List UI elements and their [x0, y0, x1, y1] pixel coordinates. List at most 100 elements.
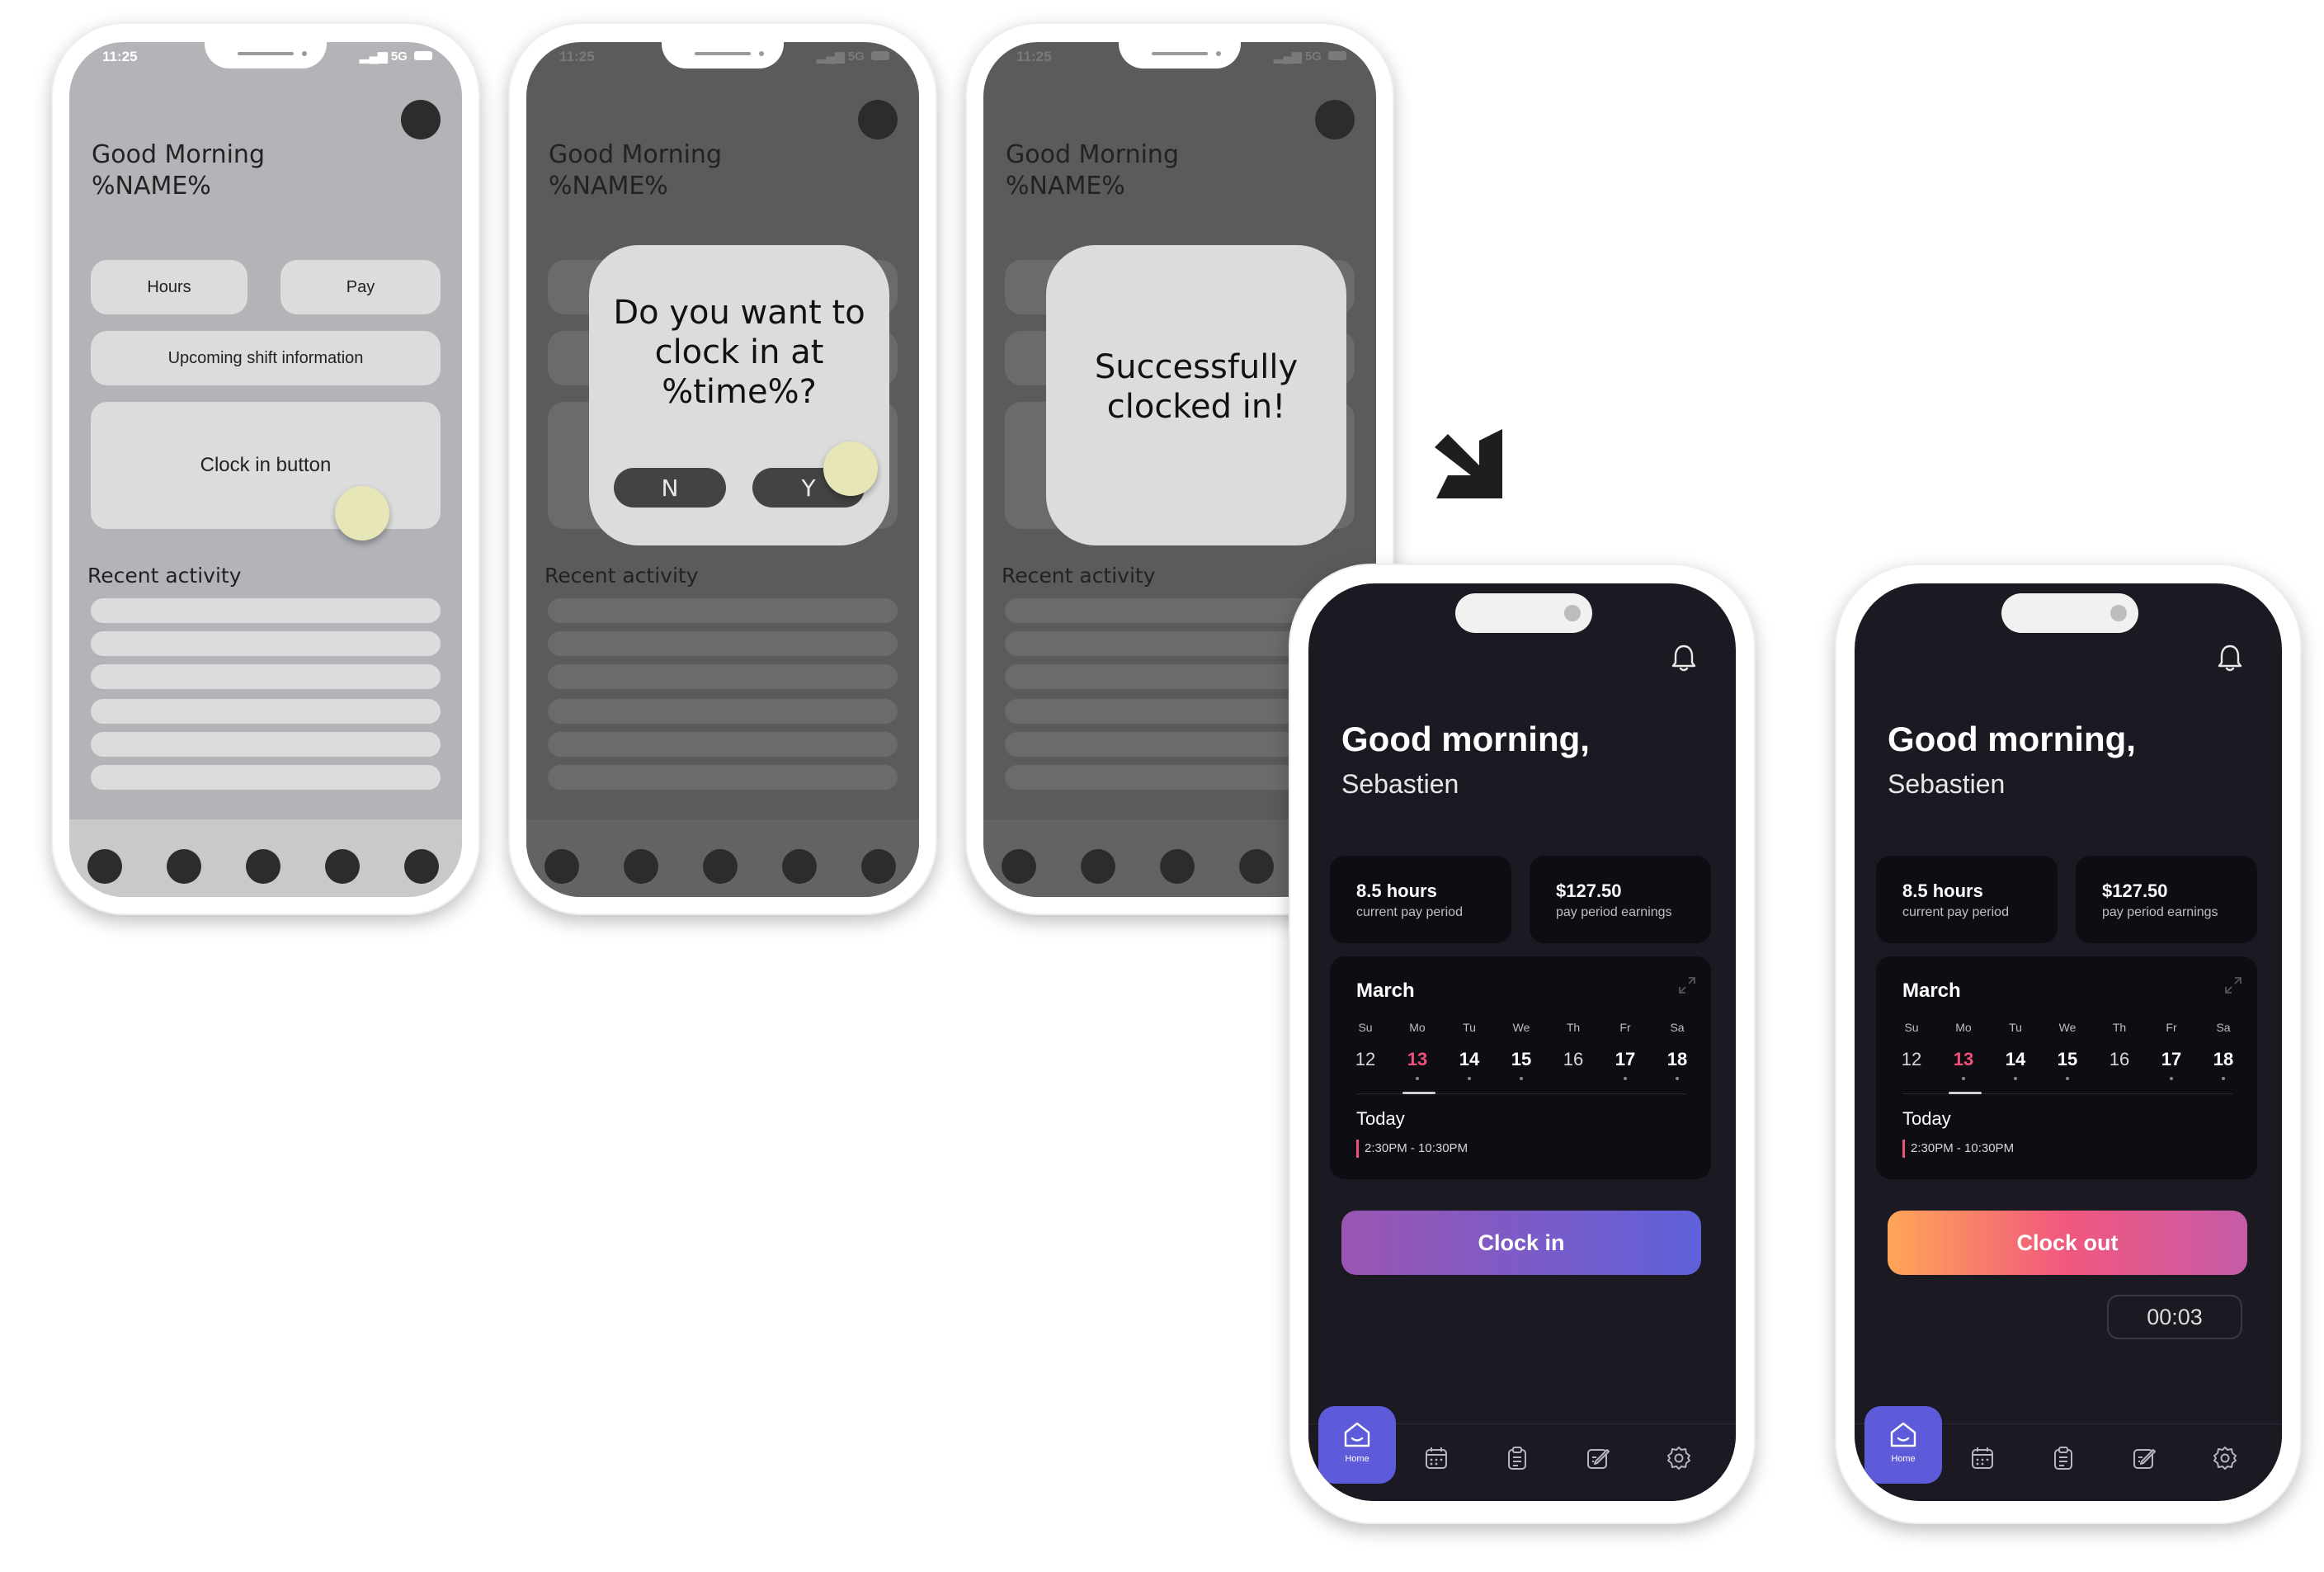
bottom-nav: Home: [1308, 1406, 1736, 1501]
bell-icon[interactable]: [2216, 643, 2244, 673]
recent-activity-label: Recent activity: [87, 564, 242, 588]
weekday-th: Th: [1566, 1021, 1581, 1034]
activity-item[interactable]: [91, 699, 441, 724]
bell-icon[interactable]: [1670, 643, 1698, 673]
nav-item[interactable]: [246, 849, 280, 884]
bottom-nav: Home: [1855, 1406, 2282, 1501]
calendar-icon[interactable]: [1970, 1446, 1995, 1471]
calendar-card: March Su Mo Tu We Th Fr Sa 12 13 14 15 1…: [1876, 956, 2257, 1179]
earnings-card[interactable]: $127.50 pay period earnings: [1530, 856, 1711, 943]
earnings-card[interactable]: $127.50 pay period earnings: [2076, 856, 2257, 943]
app-phone-clock-in: Good morning, Sebastien 8.5 hours curren…: [1289, 564, 1756, 1524]
day-13[interactable]: 13: [1945, 1049, 1982, 1070]
settings-icon[interactable]: [2213, 1446, 2237, 1471]
nav-item[interactable]: [1081, 849, 1115, 884]
no-button[interactable]: N: [614, 468, 726, 507]
nav-item[interactable]: [703, 849, 738, 884]
earnings-caption: pay period earnings: [2102, 905, 2218, 919]
expand-icon[interactable]: [2223, 975, 2244, 996]
nav-home-label: Home: [1345, 1454, 1369, 1464]
weekday-we: We: [2058, 1021, 2077, 1034]
nav-item[interactable]: [861, 849, 896, 884]
today-label: Today: [1902, 1108, 1951, 1129]
activity-item[interactable]: [548, 732, 898, 757]
avatar[interactable]: [401, 100, 441, 139]
nav-item[interactable]: [1002, 849, 1036, 884]
success-dialog: Successfully clocked in!: [1046, 245, 1346, 545]
earnings-value: $127.50: [1556, 880, 1622, 901]
pay-button[interactable]: Pay: [280, 260, 441, 314]
day-12[interactable]: 12: [1346, 1049, 1384, 1070]
day-18[interactable]: 18: [2204, 1049, 2242, 1070]
edit-icon[interactable]: [1586, 1446, 1610, 1471]
settings-icon[interactable]: [1666, 1446, 1691, 1471]
weekday-su: Su: [1904, 1021, 1919, 1034]
clipboard-icon[interactable]: [2051, 1446, 2076, 1471]
nav-item[interactable]: [1239, 849, 1274, 884]
nav-item[interactable]: [404, 849, 439, 884]
shift-dot: [2066, 1077, 2069, 1080]
shift-dot: [1416, 1077, 1419, 1080]
activity-item[interactable]: [548, 699, 898, 724]
activity-item[interactable]: [548, 664, 898, 689]
notch: [205, 42, 327, 68]
nav-item[interactable]: [1160, 849, 1195, 884]
avatar[interactable]: [1315, 100, 1355, 139]
nav-item[interactable]: [624, 849, 658, 884]
nav-home[interactable]: Home: [1864, 1406, 1942, 1484]
activity-item[interactable]: [91, 664, 441, 689]
avatar[interactable]: [858, 100, 898, 139]
hours-button[interactable]: Hours: [91, 260, 247, 314]
hours-value: 8.5 hours: [1902, 880, 1983, 901]
upcoming-shift-card[interactable]: Upcoming shift information: [91, 331, 441, 385]
clock-in-button[interactable]: Clock in: [1341, 1211, 1701, 1275]
signal-icon: ▂▄▆: [816, 50, 848, 64]
clock-out-button[interactable]: Clock out: [1888, 1211, 2247, 1275]
wireframe-screen-1: 11:25 ▂▄▆ 5G Good Morning %NAME% Hours P…: [69, 42, 462, 897]
shift-dot: [2222, 1077, 2225, 1080]
day-13[interactable]: 13: [1398, 1049, 1436, 1070]
selected-day-underline: [1402, 1092, 1435, 1094]
status-time: 11:25: [559, 49, 595, 64]
dynamic-island: [2001, 593, 2138, 633]
nav-item[interactable]: [782, 849, 817, 884]
recent-activity-label: Recent activity: [544, 564, 699, 588]
clipboard-icon[interactable]: [1505, 1446, 1530, 1471]
activity-item[interactable]: [91, 631, 441, 656]
day-12[interactable]: 12: [1893, 1049, 1930, 1070]
success-line-2: clocked in!: [1106, 388, 1286, 426]
nav-item[interactable]: [87, 849, 122, 884]
hours-card[interactable]: 8.5 hours current pay period: [1330, 856, 1511, 943]
day-17[interactable]: 17: [1606, 1049, 1644, 1070]
activity-item[interactable]: [91, 765, 441, 790]
hours-caption: current pay period: [1902, 905, 2009, 919]
calendar-icon[interactable]: [1424, 1446, 1449, 1471]
shift-dot: [2014, 1077, 2017, 1080]
day-16[interactable]: 16: [1554, 1049, 1592, 1070]
edit-icon[interactable]: [2132, 1446, 2157, 1471]
activity-item[interactable]: [548, 765, 898, 790]
nav-home[interactable]: Home: [1318, 1406, 1396, 1484]
day-14[interactable]: 14: [1996, 1049, 2034, 1070]
app-screen-clock-in: Good morning, Sebastien 8.5 hours curren…: [1308, 583, 1736, 1501]
expand-icon[interactable]: [1676, 975, 1698, 996]
nav-item[interactable]: [325, 849, 360, 884]
day-15[interactable]: 15: [2048, 1049, 2086, 1070]
day-17[interactable]: 17: [2152, 1049, 2190, 1070]
day-14[interactable]: 14: [1450, 1049, 1488, 1070]
day-18[interactable]: 18: [1658, 1049, 1696, 1070]
day-15[interactable]: 15: [1502, 1049, 1540, 1070]
status-time: 11:25: [102, 49, 138, 64]
activity-item[interactable]: [91, 732, 441, 757]
notch: [1119, 42, 1241, 68]
hours-card[interactable]: 8.5 hours current pay period: [1876, 856, 2058, 943]
activity-item[interactable]: [91, 598, 441, 623]
activity-item[interactable]: [548, 631, 898, 656]
day-16[interactable]: 16: [2100, 1049, 2138, 1070]
activity-item[interactable]: [548, 598, 898, 623]
nav-item[interactable]: [167, 849, 201, 884]
nav-item[interactable]: [544, 849, 579, 884]
app-phone-clock-out: Good morning, Sebastien 8.5 hours curren…: [1835, 564, 2302, 1524]
shift-marker: [1356, 1140, 1359, 1158]
dialog-line-3: %time%?: [662, 373, 817, 411]
